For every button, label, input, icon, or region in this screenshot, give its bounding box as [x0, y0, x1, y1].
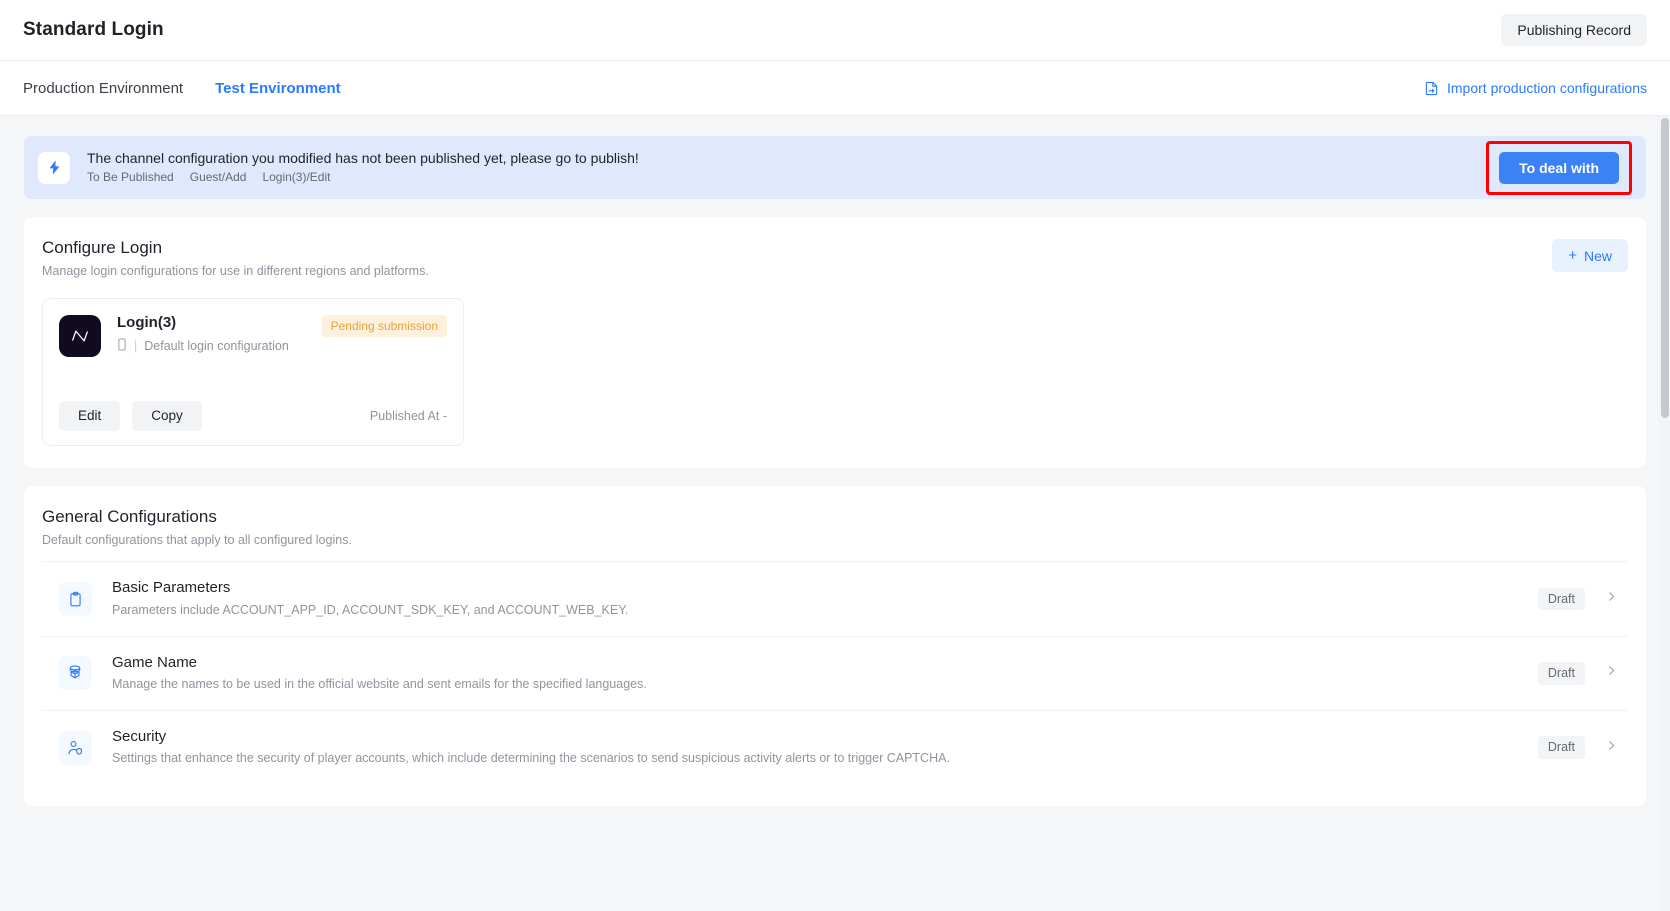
- config-row-game-name[interactable]: Game Name Manage the names to be used in…: [42, 635, 1628, 710]
- config-row-description: Settings that enhance the security of pl…: [112, 751, 950, 766]
- general-configurations-list: Basic Parameters Parameters include ACCO…: [42, 561, 1628, 784]
- config-row-name: Basic Parameters: [112, 579, 231, 597]
- alert-texts: The channel configuration you modified h…: [87, 149, 639, 185]
- login-tile-list: Login(3) | Default login configuration P…: [42, 298, 1628, 446]
- login-tile-info: Login(3) | Default login configuration: [117, 315, 289, 354]
- app-root: Standard Login Publishing Record Product…: [0, 0, 1670, 911]
- login-tile-meta: | Default login configuration: [117, 338, 289, 354]
- alert-meta-login-edit: Login(3)/Edit: [262, 170, 331, 185]
- config-row-texts: Game Name Manage the names to be used in…: [112, 653, 647, 692]
- config-row-description: Manage the names to be used in the offic…: [112, 677, 647, 692]
- edit-button[interactable]: Edit: [59, 401, 121, 431]
- plus-icon: +: [1568, 247, 1577, 264]
- login-tile-name: Login(3): [117, 314, 177, 332]
- import-icon: [1424, 81, 1439, 96]
- alert-meta-guest-add: Guest/Add: [189, 170, 247, 185]
- vertical-scrollbar-track[interactable]: [1659, 116, 1670, 911]
- publishing-record-button[interactable]: Publishing Record: [1501, 14, 1647, 46]
- page-title: Standard Login: [23, 19, 164, 40]
- clipboard-icon: [58, 582, 92, 616]
- to-deal-with-button[interactable]: To deal with: [1499, 151, 1619, 184]
- config-row-security[interactable]: Security Settings that enhance the secur…: [42, 709, 1628, 784]
- top-bar: Standard Login Publishing Record: [0, 0, 1670, 61]
- main-scroll-area[interactable]: The channel configuration you modified h…: [0, 116, 1670, 911]
- chevron-right-icon[interactable]: [1605, 664, 1618, 682]
- cube-icon: [58, 656, 92, 691]
- page: Standard Login Publishing Record Product…: [0, 0, 1670, 911]
- config-row-texts: Security Settings that enhance the secur…: [112, 727, 950, 766]
- config-row-texts: Basic Parameters Parameters include ACCO…: [112, 580, 628, 617]
- tab-test-environment[interactable]: Test Environment: [215, 77, 341, 100]
- login-tile-description: Default login configuration: [144, 338, 289, 353]
- configure-login-header-texts: Configure Login Manage login configurati…: [42, 238, 429, 278]
- general-configurations-header: General Configurations Default configura…: [42, 506, 1628, 547]
- config-row-basic-parameters[interactable]: Basic Parameters Parameters include ACCO…: [42, 561, 1628, 635]
- config-row-name: Security: [112, 727, 167, 745]
- login-tile-actions: Edit Copy Published At -: [59, 401, 447, 431]
- mobile-icon: [117, 338, 127, 354]
- alert-message: The channel configuration you modified h…: [87, 149, 639, 166]
- config-row-name: Game Name: [112, 653, 198, 671]
- general-configurations-subtitle: Default configurations that apply to all…: [42, 532, 352, 547]
- login-tile-top: Login(3) | Default login configuration P…: [59, 315, 447, 358]
- vertical-scrollbar-thumb[interactable]: [1661, 118, 1669, 418]
- status-badge: Pending submission: [321, 315, 447, 338]
- configure-login-subtitle: Manage login configurations for use in d…: [42, 263, 429, 278]
- main-content: The channel configuration you modified h…: [0, 136, 1670, 836]
- import-production-configurations-link[interactable]: Import production configurations: [1424, 80, 1647, 96]
- environment-tabs: Production Environment Test Environment: [23, 77, 341, 100]
- configure-login-card: Configure Login Manage login configurati…: [24, 217, 1646, 468]
- configure-login-header: Configure Login Manage login configurati…: [42, 238, 1628, 278]
- user-shield-icon: [58, 730, 92, 765]
- tab-production-environment[interactable]: Production Environment: [23, 77, 183, 100]
- general-configurations-title: General Configurations: [42, 506, 217, 526]
- environment-tab-bar: Production Environment Test Environment …: [0, 61, 1670, 116]
- copy-button[interactable]: Copy: [132, 401, 202, 431]
- publish-alert-banner: The channel configuration you modified h…: [24, 136, 1646, 199]
- new-login-button[interactable]: + New: [1552, 239, 1628, 272]
- alert-meta: To Be Published Guest/Add Login(3)/Edit: [87, 170, 639, 185]
- login-tile-meta-divider: |: [134, 338, 138, 353]
- lightning-bolt-icon: [38, 151, 70, 184]
- chevron-right-icon[interactable]: [1605, 739, 1618, 757]
- general-configurations-header-texts: General Configurations Default configura…: [42, 506, 352, 547]
- published-at-text: Published At -: [369, 408, 447, 423]
- app-logo-icon: [59, 315, 101, 358]
- configure-login-title: Configure Login: [42, 238, 163, 257]
- to-deal-with-highlight-box: To deal with: [1486, 140, 1632, 195]
- config-row-description: Parameters include ACCOUNT_APP_ID, ACCOU…: [112, 602, 629, 617]
- general-configurations-card: General Configurations Default configura…: [24, 485, 1646, 807]
- draft-badge: Draft: [1537, 587, 1585, 611]
- login-tile[interactable]: Login(3) | Default login configuration P…: [42, 298, 464, 446]
- chevron-right-icon[interactable]: [1605, 590, 1618, 608]
- draft-badge: Draft: [1537, 662, 1585, 685]
- draft-badge: Draft: [1537, 736, 1585, 759]
- alert-meta-status: To Be Published: [87, 170, 174, 185]
- import-link-label: Import production configurations: [1447, 80, 1647, 96]
- new-login-button-label: New: [1583, 247, 1612, 264]
